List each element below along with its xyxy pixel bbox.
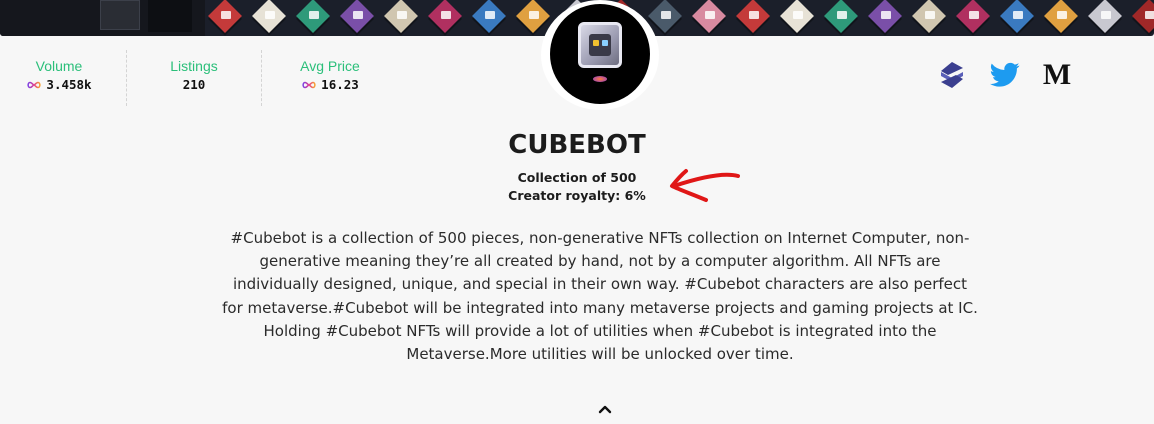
banner-nft-tile (337, 0, 381, 36)
distrikt-link[interactable] (937, 60, 967, 90)
banner-nft-tile (689, 0, 733, 36)
stat-volume-label: Volume (35, 58, 83, 74)
collection-description: #Cubebot is a collection of 500 pieces, … (222, 229, 978, 364)
stat-listings-label: Listings (170, 58, 218, 74)
banner-nft-tile (909, 0, 953, 36)
stat-volume: Volume 3.458k (20, 58, 98, 92)
collection-avatar (550, 4, 650, 104)
banner-nft-tile (205, 0, 249, 36)
stat-volume-value: 3.458k (46, 77, 92, 92)
stat-divider (261, 50, 262, 106)
banner-nft-tile (469, 0, 513, 36)
banner-tile (100, 0, 140, 30)
icp-infinity-icon (27, 81, 42, 88)
banner-nft-tile (865, 0, 909, 36)
banner-nft-tile (777, 0, 821, 36)
banner-nft-tile (425, 0, 469, 36)
banner-nft-tile (1085, 0, 1129, 36)
twitter-link[interactable] (990, 60, 1020, 90)
banner-nft-tile (1129, 0, 1154, 36)
cubebot-logo-icon (578, 22, 622, 68)
banner-nft-tile (733, 0, 777, 36)
chevron-up-icon[interactable] (597, 402, 613, 416)
icp-glow-icon (593, 76, 607, 82)
stat-divider (126, 50, 127, 106)
banner-tile (148, 0, 192, 32)
stat-listings-value: 210 (182, 77, 206, 92)
collection-title: CUBEBOT (508, 130, 646, 160)
banner-nft-tile (249, 0, 293, 36)
twitter-icon (990, 62, 1020, 87)
stat-avg-price-value: 16.23 (321, 77, 359, 92)
banner-nft-tile (293, 0, 337, 36)
banner-nft-tile (821, 0, 865, 36)
banner-nft-tile (381, 0, 425, 36)
red-arrow-annotation (670, 169, 740, 202)
distrikt-icon (941, 62, 963, 88)
banner-dark-section (0, 0, 205, 36)
banner-nft-tile (1041, 0, 1085, 36)
medium-icon: M (1042, 58, 1072, 91)
icp-infinity-icon (302, 81, 316, 88)
stat-listings: Listings 210 (158, 58, 230, 92)
collection-size: Collection of 500 (517, 170, 637, 185)
creator-royalty: Creator royalty: 6% (508, 188, 646, 203)
banner-tiles (205, 0, 1154, 36)
banner-nft-tile (953, 0, 997, 36)
stat-avg-price-label: Avg Price (300, 58, 360, 74)
medium-link[interactable]: M (1042, 60, 1072, 90)
banner-nft-tile (997, 0, 1041, 36)
stat-avg-price: Avg Price 16.23 (292, 58, 368, 92)
